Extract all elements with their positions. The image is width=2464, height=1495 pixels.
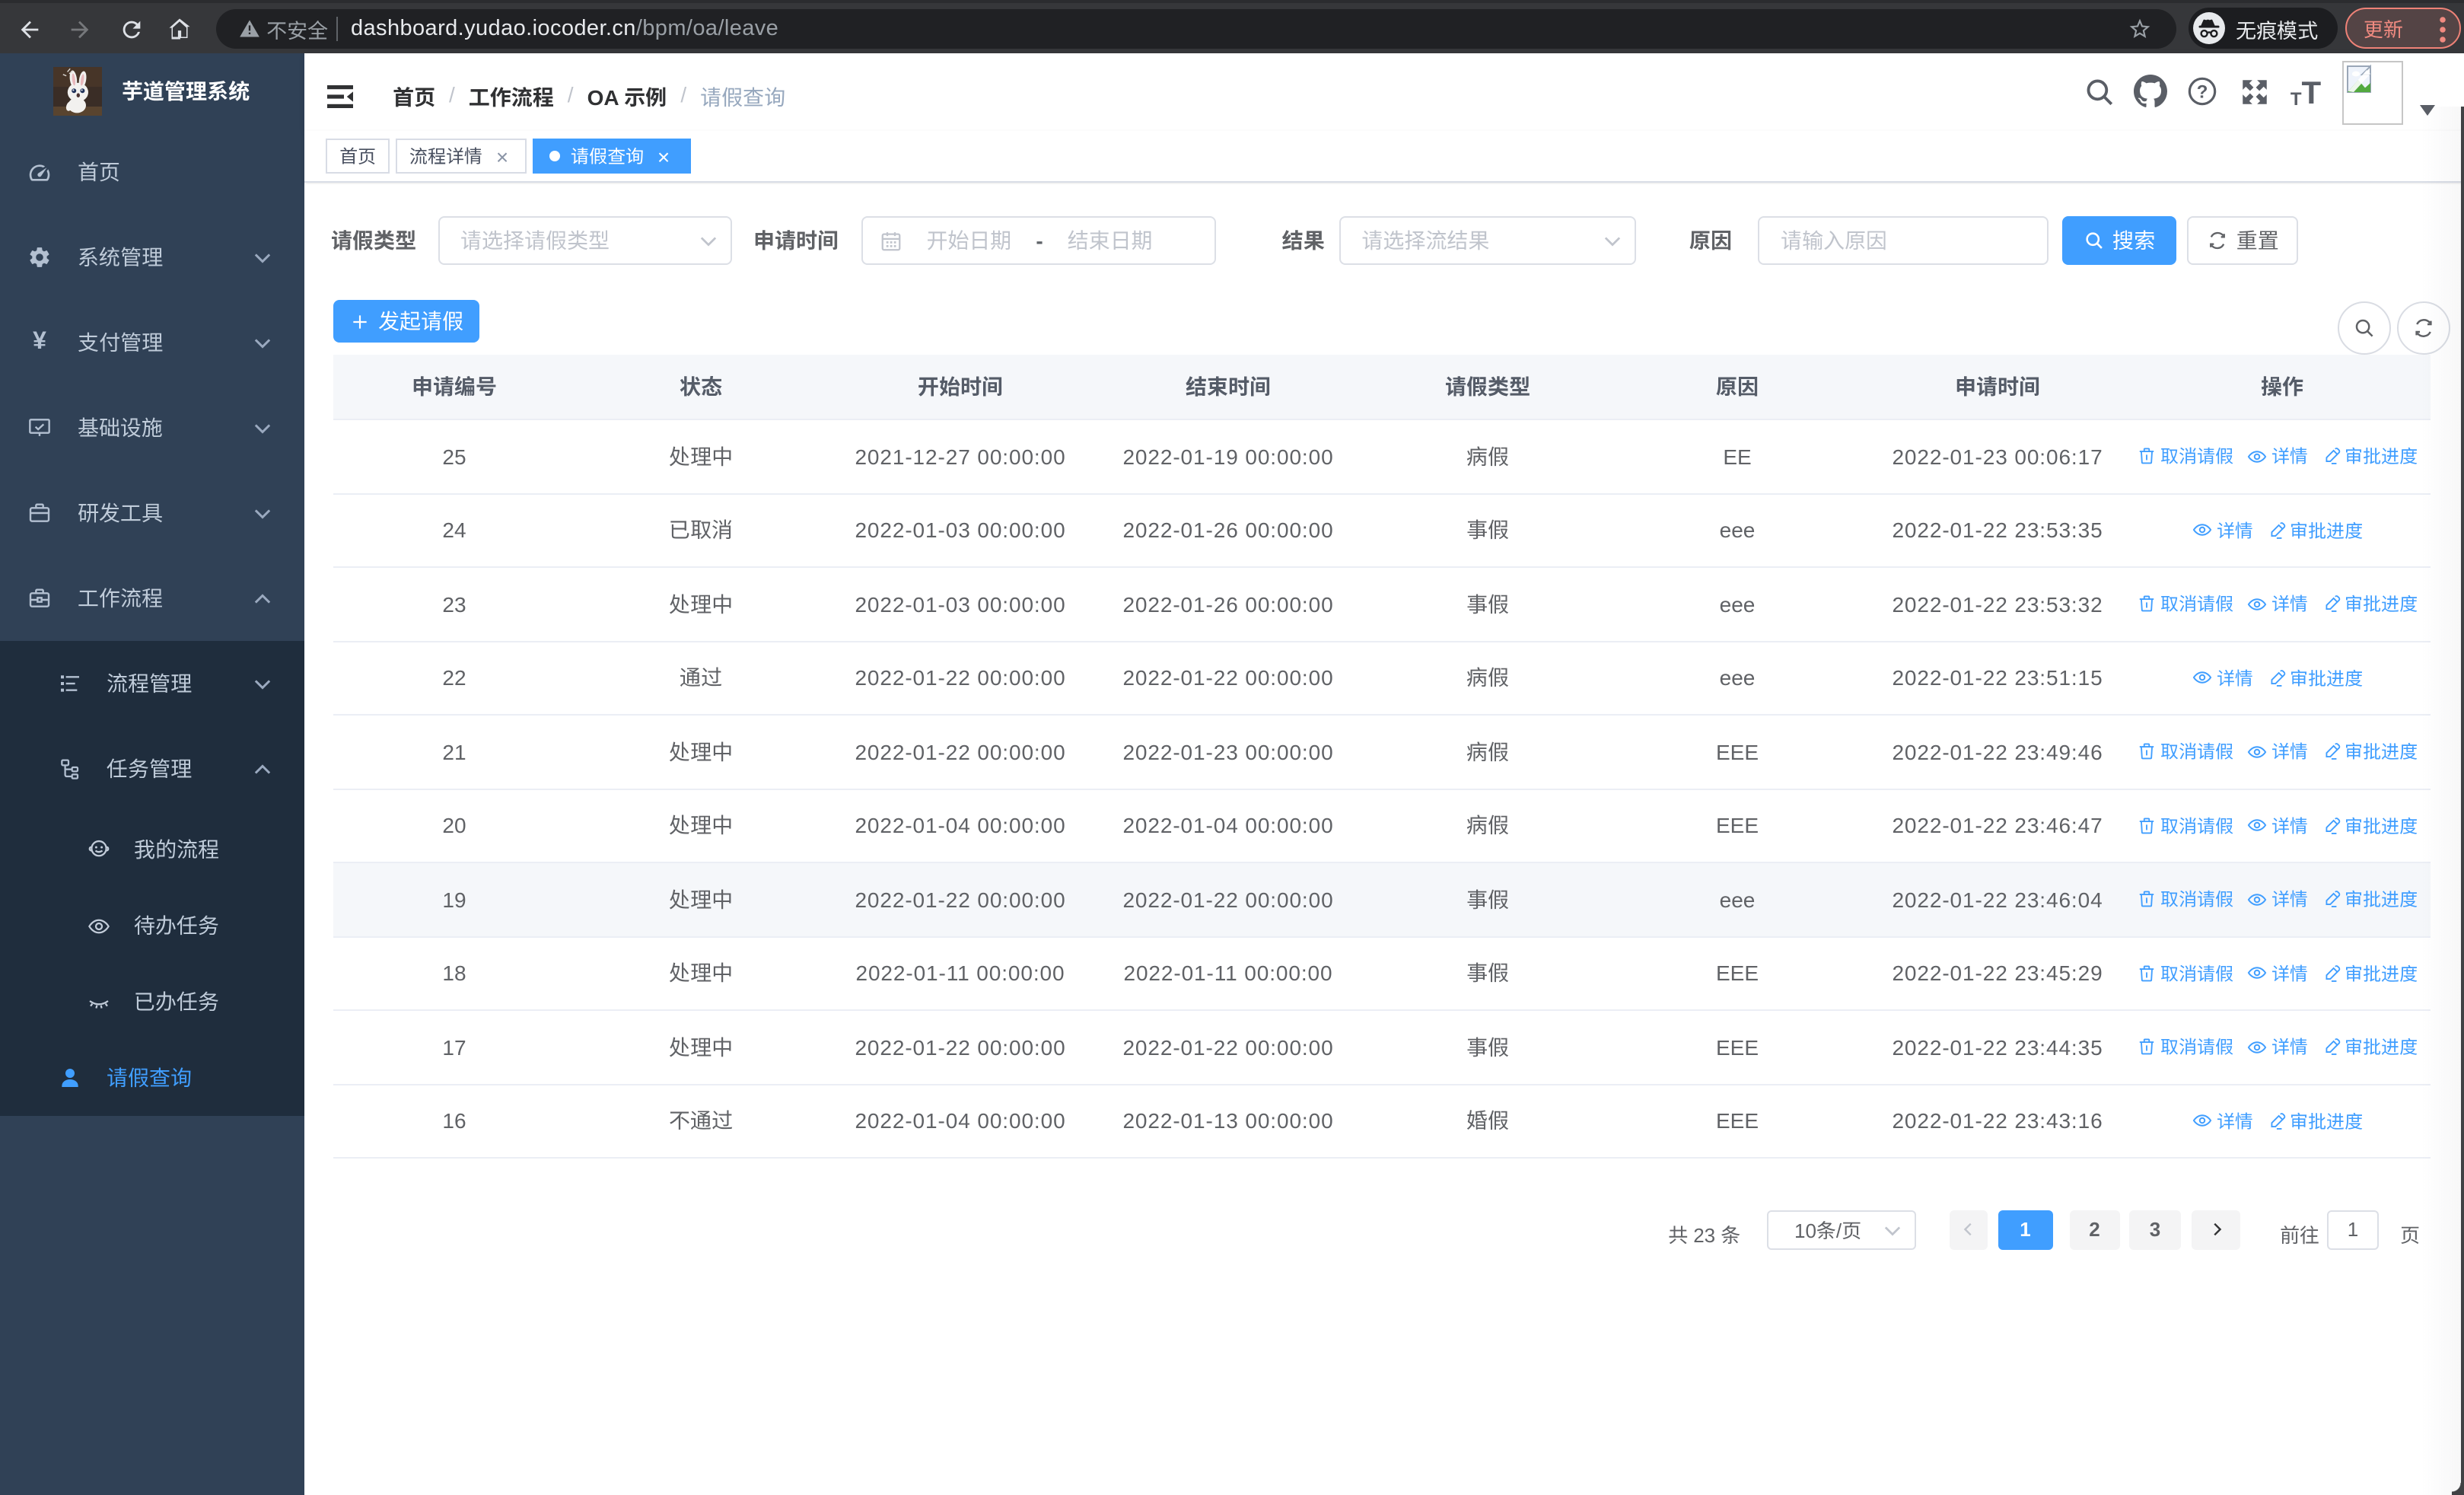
svg-text:?: ? (2197, 81, 2208, 102)
